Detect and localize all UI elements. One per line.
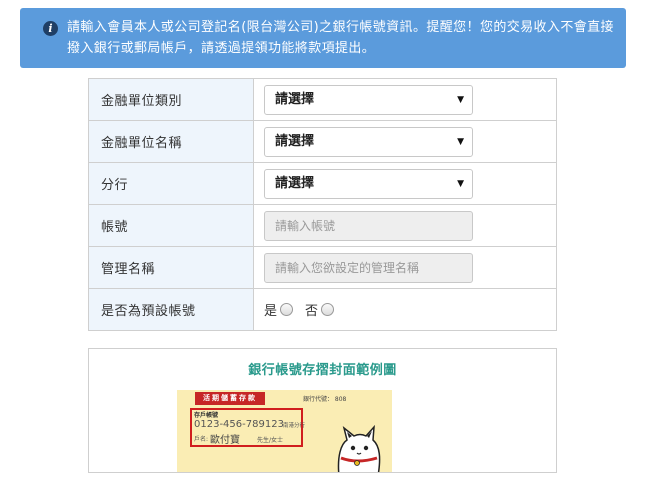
passbook-example-panel: 銀行帳號存摺封面範例圖 活期儲蓄存款 銀行代號： 808 存戶帳號 0123-4… xyxy=(88,348,557,473)
bank-name-label: 金融單位名稱 xyxy=(88,120,254,163)
form-row-account: 帳號 請輸入帳號 xyxy=(88,204,557,247)
chevron-down-icon: ▼ xyxy=(457,178,464,189)
passbook-name: 歐付寶 xyxy=(210,435,240,446)
bank-name-select[interactable]: 請選擇 ▼ xyxy=(264,126,473,157)
passbook-branch: 南港分行 xyxy=(283,423,306,429)
bank-name-value: 請選擇 xyxy=(275,133,315,149)
default-radio-group: 是 否 xyxy=(264,300,556,319)
form-row-branch: 分行 請選擇 ▼ xyxy=(88,162,557,205)
branch-value: 請選擇 xyxy=(275,175,315,191)
default-no-label: 否 xyxy=(305,304,319,319)
passbook-account-label: 存戶帳號 xyxy=(194,412,219,419)
default-yes-label: 是 xyxy=(264,304,278,319)
form-row-nickname: 管理名稱 請輸入您欲設定的管理名稱 xyxy=(88,246,557,289)
passbook-bank-code: 銀行代號： 808 xyxy=(303,396,347,403)
chevron-down-icon: ▼ xyxy=(457,94,464,105)
bank-account-form: 金融單位類別 請選擇 ▼ 金融單位名稱 請選擇 ▼ 分行 請選擇 ▼ 帳號 請輸… xyxy=(88,78,557,331)
passbook-header: 活期儲蓄存款 xyxy=(195,392,265,405)
account-input[interactable]: 請輸入帳號 xyxy=(264,210,473,241)
info-icon: i xyxy=(43,21,58,36)
nickname-input[interactable]: 請輸入您欲設定的管理名稱 xyxy=(264,252,473,283)
default-label: 是否為預設帳號 xyxy=(88,288,254,331)
form-row-bank-name: 金融單位名稱 請選擇 ▼ xyxy=(88,120,557,163)
passbook-account-number: 0123-456-789123 xyxy=(194,419,284,430)
default-yes-radio[interactable] xyxy=(280,303,294,316)
cat-mascot-icon xyxy=(337,424,381,472)
example-title: 銀行帳號存摺封面範例圖 xyxy=(248,363,397,378)
branch-label: 分行 xyxy=(88,162,254,205)
bank-type-select[interactable]: 請選擇 ▼ xyxy=(264,84,473,115)
bank-type-label: 金融單位類別 xyxy=(88,78,254,121)
form-row-default: 是否為預設帳號 是 否 xyxy=(88,288,557,331)
bank-type-value: 請選擇 xyxy=(275,91,315,107)
notice-alert: i 請輸入會員本人或公司登記名(限台灣公司)之銀行帳號資訊。提醒您！您的交易收入… xyxy=(20,8,626,68)
account-label: 帳號 xyxy=(88,204,254,247)
default-no-radio[interactable] xyxy=(321,303,335,316)
passbook-name-label: 戶名: xyxy=(194,436,209,443)
passbook-cover-image: 活期儲蓄存款 銀行代號： 808 存戶帳號 0123-456-789123 南港… xyxy=(177,390,392,472)
form-row-bank-type: 金融單位類別 請選擇 ▼ xyxy=(88,78,557,121)
passbook-name-suffix: 先生/女士 xyxy=(257,437,284,444)
branch-select[interactable]: 請選擇 ▼ xyxy=(264,168,473,199)
nickname-label: 管理名稱 xyxy=(88,246,254,289)
notice-text: 請輸入會員本人或公司登記名(限台灣公司)之銀行帳號資訊。提醒您！您的交易收入不會… xyxy=(67,20,614,56)
chevron-down-icon: ▼ xyxy=(457,136,464,147)
